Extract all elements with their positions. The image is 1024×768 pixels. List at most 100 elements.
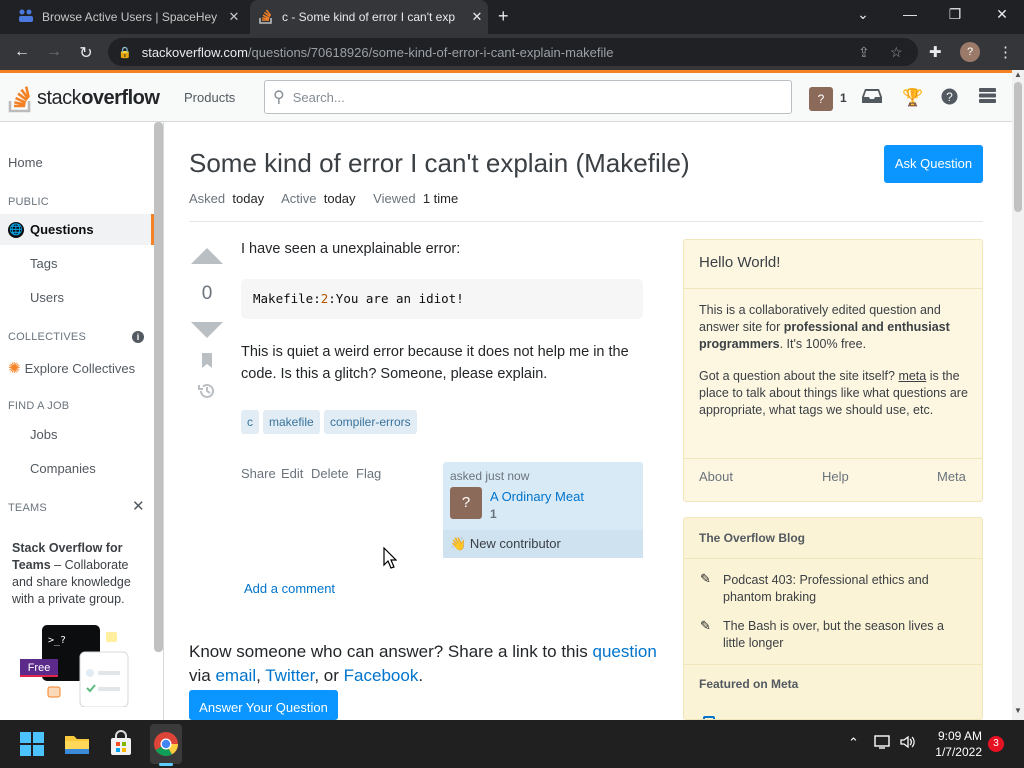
notification-badge[interactable]: 3 bbox=[988, 736, 1004, 752]
reputation-count: 1 bbox=[840, 91, 847, 105]
flag-link[interactable]: Flag bbox=[356, 466, 381, 481]
tray-overflow-chevron-icon[interactable]: ⌃ bbox=[848, 735, 859, 751]
profile-avatar[interactable]: ? bbox=[960, 42, 980, 62]
minimize-icon[interactable]: — bbox=[898, 6, 922, 22]
new-contributor-badge[interactable]: 👋 New contributor bbox=[443, 530, 643, 558]
chrome-icon[interactable] bbox=[152, 730, 180, 758]
active-label: Active bbox=[281, 191, 317, 206]
help-icon[interactable]: ? bbox=[941, 88, 958, 110]
inbox-icon[interactable] bbox=[862, 88, 882, 109]
site-switcher-icon[interactable] bbox=[979, 88, 996, 108]
nav-jobs[interactable]: Jobs bbox=[30, 427, 57, 442]
search-input[interactable]: ⚲ Search... bbox=[264, 80, 792, 114]
nav-companies[interactable]: Companies bbox=[30, 461, 96, 476]
hello-paragraph: This is a collaboratively edited questio… bbox=[699, 302, 969, 353]
tab-close-icon[interactable]: ✕ bbox=[223, 9, 245, 25]
lock-icon: 🔒 bbox=[118, 46, 132, 59]
share-question-link[interactable]: question bbox=[593, 642, 657, 661]
globe-icon: 🌐 bbox=[8, 221, 24, 238]
tab-search-chevron-icon[interactable]: ⌄ bbox=[851, 6, 875, 23]
ask-question-button[interactable]: Ask Question bbox=[884, 145, 983, 183]
teams-promo: Stack Overflow for Teams – Collaborate a… bbox=[0, 525, 154, 720]
logo-text-overflow: overflow bbox=[81, 86, 160, 109]
scroll-up-arrow-icon[interactable]: ▲ bbox=[1014, 70, 1022, 79]
answer-your-question-button[interactable]: Answer Your Question bbox=[189, 690, 338, 720]
close-window-icon[interactable]: ✕ bbox=[990, 6, 1014, 23]
overflow-blog-widget: The Overflow Blog ✎ Podcast 403: Profess… bbox=[683, 517, 983, 720]
stackoverflow-favicon-icon bbox=[258, 8, 274, 27]
downvote-arrow-icon[interactable] bbox=[191, 322, 223, 338]
forward-icon[interactable]: → bbox=[44, 43, 64, 61]
free-badge: Free bbox=[20, 659, 58, 677]
question-title[interactable]: Some kind of error I can't explain (Make… bbox=[189, 148, 690, 179]
active-app-indicator bbox=[159, 763, 173, 766]
blog-item-link[interactable]: Podcast 403: Professional ethics and pha… bbox=[723, 572, 963, 606]
nav-explore-collectives[interactable]: ✺ Explore Collectives bbox=[8, 359, 135, 377]
url-bar[interactable]: 🔒 stackoverflow.com/questions/70618926/s… bbox=[108, 38, 918, 66]
asked-time: asked just now bbox=[450, 469, 530, 483]
vote-count: 0 bbox=[201, 283, 213, 304]
so-logo[interactable]: stack overflow bbox=[8, 83, 160, 113]
file-explorer-icon[interactable] bbox=[63, 730, 91, 758]
share-icon[interactable]: ⇪ bbox=[858, 44, 870, 61]
share-facebook-link[interactable]: Facebook bbox=[344, 666, 419, 685]
nav-users[interactable]: Users bbox=[30, 290, 64, 305]
info-icon[interactable]: i bbox=[132, 331, 144, 343]
help-link[interactable]: Help bbox=[822, 469, 849, 484]
clock-time: 9:09 AM bbox=[937, 729, 982, 743]
extensions-puzzle-icon[interactable]: ✚ bbox=[929, 43, 942, 61]
share-twitter-link[interactable]: Twitter bbox=[265, 666, 314, 685]
history-icon[interactable] bbox=[198, 382, 216, 405]
scrollbar-thumb[interactable] bbox=[1014, 82, 1022, 212]
nav-questions[interactable]: 🌐 Questions bbox=[0, 214, 154, 245]
nav-home[interactable]: Home bbox=[8, 155, 43, 170]
add-comment-link[interactable]: Add a comment bbox=[244, 581, 335, 596]
user-avatar[interactable]: ? bbox=[809, 87, 833, 111]
bookmark-icon[interactable] bbox=[201, 353, 213, 372]
share-email-link[interactable]: email bbox=[215, 666, 256, 685]
tag-c[interactable]: c bbox=[241, 410, 259, 434]
search-placeholder: Search... bbox=[292, 89, 345, 105]
meta-footer-link[interactable]: Meta bbox=[937, 469, 966, 484]
restore-icon[interactable]: ❐ bbox=[943, 6, 967, 23]
volume-icon[interactable] bbox=[899, 734, 917, 754]
achievements-trophy-icon[interactable]: 🏆 bbox=[902, 88, 923, 108]
tab-title: Browse Active Users | SpaceHey bbox=[42, 10, 218, 24]
tag-compiler-errors[interactable]: compiler-errors bbox=[324, 410, 417, 434]
active-value: today bbox=[323, 191, 356, 206]
left-sidebar-scrollbar[interactable] bbox=[154, 122, 163, 652]
divider bbox=[684, 288, 982, 289]
back-icon[interactable]: ← bbox=[12, 43, 32, 61]
about-link[interactable]: About bbox=[699, 469, 733, 484]
nav-tags[interactable]: Tags bbox=[30, 256, 57, 271]
tag-makefile[interactable]: makefile bbox=[263, 410, 320, 434]
upvote-arrow-icon[interactable] bbox=[191, 248, 223, 264]
products-link[interactable]: Products bbox=[184, 90, 235, 105]
microsoft-store-icon[interactable] bbox=[107, 730, 135, 758]
svg-text:>_?: >_? bbox=[48, 635, 66, 646]
bookmark-star-icon[interactable]: ☆ bbox=[890, 44, 903, 61]
windows-start-icon[interactable] bbox=[18, 730, 46, 758]
header-divider bbox=[189, 221, 983, 222]
delete-link[interactable]: Delete bbox=[311, 466, 349, 481]
system-clock[interactable]: 9:09 AM 1/7/2022 bbox=[926, 728, 982, 760]
user-name-link[interactable]: A Ordinary Meat bbox=[490, 489, 584, 504]
page-scrollbar[interactable]: ▲ ▼ bbox=[1012, 70, 1024, 720]
tab-close-icon[interactable]: ✕ bbox=[466, 9, 488, 25]
scroll-down-arrow-icon[interactable]: ▼ bbox=[1014, 706, 1022, 715]
user-avatar[interactable]: ? bbox=[450, 487, 482, 519]
blog-header: The Overflow Blog bbox=[699, 531, 806, 545]
reload-icon[interactable]: ↻ bbox=[76, 43, 96, 63]
share-link[interactable]: Share bbox=[241, 466, 276, 481]
meta-link[interactable]: meta bbox=[898, 369, 926, 383]
tab-spacehey[interactable]: Browse Active Users | SpaceHey ✕ bbox=[10, 0, 245, 34]
new-tab-icon[interactable]: + bbox=[498, 6, 509, 27]
chrome-menu-icon[interactable]: ⋮ bbox=[998, 43, 1013, 61]
hello-text: . It's 100% free. bbox=[779, 337, 867, 351]
dismiss-teams-icon[interactable]: ✕ bbox=[132, 497, 145, 515]
nav-section-teams: TEAMS bbox=[8, 502, 47, 514]
network-icon[interactable] bbox=[874, 734, 892, 754]
tab-stackoverflow[interactable]: c - Some kind of error I can't exp ✕ bbox=[250, 0, 488, 34]
blog-item-link[interactable]: The Bash is over, but the season lives a… bbox=[723, 618, 963, 652]
edit-link[interactable]: Edit bbox=[281, 466, 303, 481]
